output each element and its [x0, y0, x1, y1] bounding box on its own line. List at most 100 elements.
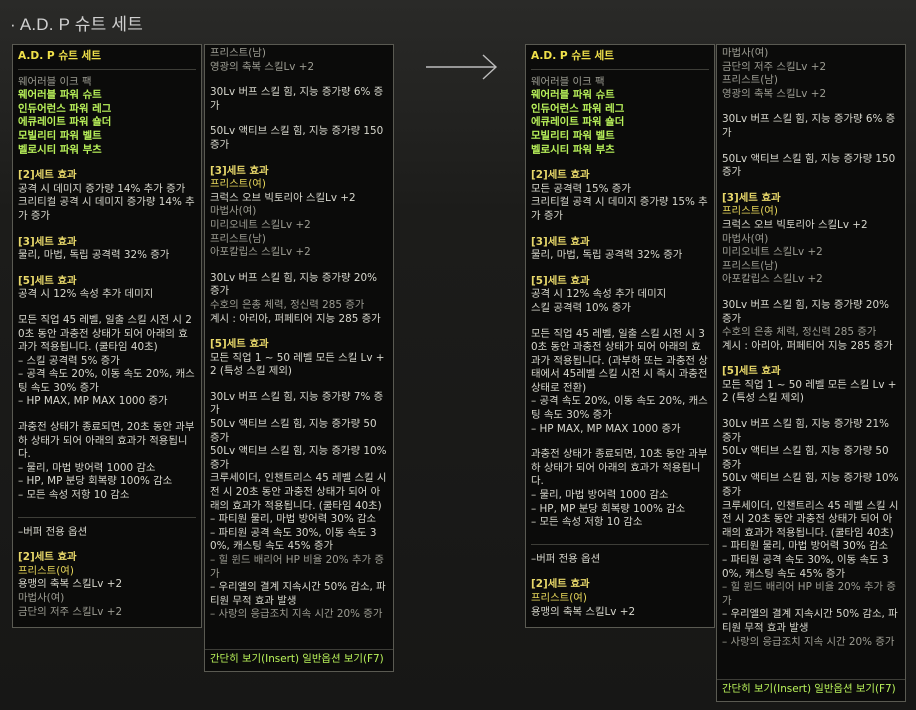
tooltip-line: – 힐 윈드 배리어 HP 비율 20% 추가 증가	[722, 581, 896, 607]
tooltip-line: 30Lv 버프 스킬 힘, 지능 증가량 7% 증가	[210, 390, 384, 417]
tooltip-line: –버퍼 전용 옵션	[18, 525, 88, 538]
equipped-item: 벨로시티 파워 부츠	[18, 143, 102, 156]
tooltip-line: – 우리엘의 결계 지속시간 50% 감소, 파티원 무적 효과 발생	[722, 608, 898, 634]
tooltip-line: 아포칼립스 스킬Lv +2	[722, 273, 823, 286]
tooltip-line: 마법사(여)	[722, 47, 769, 59]
tooltip-line: – 힐 윈드 배리어 HP 비율 20% 추가 증가	[210, 554, 384, 580]
tooltip-body: A.D. P 슈트 세트 웨어러블 이크 팩 웨어러블 파워 슈트 인듀어런스 파워 …	[13, 45, 201, 621]
set-effect-heading: [2]세트 효과	[18, 551, 77, 564]
set-effect-heading: [3]세트 효과	[210, 164, 269, 177]
tooltip-body: 마법사(여) 금단의 저주 스킬Lv +2 프리스트(남) 영광의 축복 스킬Lv +…	[717, 45, 905, 651]
tooltip-line: 30Lv 버프 스킬 힘, 지능 증가량 21% 증가	[722, 418, 893, 444]
tooltip-line: 공격 시 12% 속성 추가 데미지	[531, 288, 667, 301]
equipped-item: 웨어러블 파워 슈트	[18, 89, 102, 102]
tooltip-footer-hint: 간단히 보기(Insert) 일반옵션 보기(F7)	[717, 679, 905, 701]
tooltip-line: –버퍼 전용 옵션	[531, 552, 601, 565]
tooltip-line: 프리스트(남)	[210, 232, 266, 245]
set-effect-heading: [3]세트 효과	[722, 191, 781, 204]
tooltip-line: 크리티컬 공격 시 데미지 증가량 14% 추가 증가	[18, 196, 195, 222]
tooltip-line: 용맹의 축복 스킬Lv +2	[18, 578, 123, 591]
set-name: A.D. P 슈트 세트	[531, 47, 709, 70]
tooltip-line: 30Lv 버프 스킬 힘, 지능 증가량 6% 증가	[210, 86, 384, 112]
tooltip-footer-hint: 간단히 보기(Insert) 일반옵션 보기(F7)	[205, 649, 393, 671]
equipped-item: 모빌리티 파워 벨트	[18, 129, 102, 142]
tooltip-line: – HP, MP 분당 회복량 100% 감소	[18, 475, 173, 488]
tooltip-line: 스킬 공격력 10% 증가	[531, 301, 631, 314]
tooltip-line: – 물리, 마법 방어력 1000 감소	[531, 489, 669, 502]
set-effect-heading: [5]세트 효과	[210, 338, 269, 351]
tooltip-line: 프리스트(남)	[722, 259, 778, 272]
tooltip-line: 계시 : 아리아, 퍼페티어 지능 285 증가	[210, 312, 381, 325]
tooltip-line: 모든 공격력 15% 증가	[531, 182, 631, 195]
equipped-item: 에큐레이트 파워 숄더	[531, 116, 625, 129]
tooltip-line: – 모든 속성 저항 10 감소	[531, 516, 643, 529]
tooltip-line: 계시 : 아리아, 퍼페티어 지능 285 증가	[722, 339, 893, 352]
tooltip-line: 프리스트(남)	[210, 47, 266, 59]
tooltip-line: 물리, 마법, 독립 공격력 32% 증가	[531, 249, 683, 262]
tooltip-line: 미리오네트 스킬Lv +2	[210, 218, 311, 231]
equipped-item: 벨로시티 파워 부츠	[531, 143, 615, 156]
tooltip-line: 50Lv 액티브 스킬 힘, 지능 증가량 50 증가	[722, 445, 892, 471]
set-effect-heading: [2]세트 효과	[531, 578, 590, 591]
tooltip-line: 마법사(여)	[210, 205, 257, 218]
tooltip-line: 30Lv 버프 스킬 힘, 지능 증가량 6% 증가	[722, 113, 896, 139]
tooltip-line: 영광의 축복 스킬Lv +2	[722, 87, 827, 100]
set-effect-heading: [5]세트 효과	[722, 365, 781, 378]
tooltip-line: – 스킬 공격력 5% 증가	[18, 354, 120, 367]
tooltip-line: 영광의 축복 스킬Lv +2	[210, 60, 315, 73]
tooltip-line: 물리, 마법, 독립 공격력 32% 증가	[18, 249, 170, 262]
tooltip-line: 50Lv 액티브 스킬 힘, 지능 증가량 10% 증가	[210, 445, 390, 471]
tooltip-line: 50Lv 액티브 스킬 힘, 지능 증가량 50 증가	[210, 418, 380, 444]
tooltip-before-main: A.D. P 슈트 세트 웨어러블 이크 팩 웨어러블 파워 슈트 인듀어런스 파워 …	[12, 44, 202, 628]
tooltip-line: 프리스트(여)	[210, 178, 266, 191]
tooltip-line: – 물리, 마법 방어력 1000 감소	[18, 461, 156, 474]
tooltip-line: 크럭스 오브 빅토리아 스킬Lv +2	[210, 191, 356, 204]
tooltip-line: 마법사(여)	[722, 232, 769, 245]
tooltip-line: – 파티원 물리, 마법 방어력 30% 감소	[722, 540, 889, 553]
tooltip-line: 용맹의 축복 스킬Lv +2	[531, 605, 636, 618]
tooltip-line: 모든 직업 1 ~ 50 레벨 모든 스킬 Lv +2 (특성 스킬 제외)	[210, 351, 385, 378]
set-effect-heading: [3]세트 효과	[531, 235, 590, 248]
set-name: A.D. P 슈트 세트	[18, 47, 196, 70]
tooltip-line: 프리스트(남)	[722, 74, 778, 87]
tooltip-line: 50Lv 액티브 스킬 힘, 지능 증가량 150 증가	[722, 152, 899, 179]
tooltip-line: 아포칼립스 스킬Lv +2	[210, 246, 311, 259]
tooltip-line: – 우리엘의 결계 지속시간 50% 감소, 파티원 무적 효과 발생	[210, 581, 386, 607]
tooltip-line: – 파티원 물리, 마법 방어력 30% 감소	[210, 513, 377, 526]
equipped-item: 인듀어런스 파워 레그	[18, 102, 112, 115]
tooltip-line: 크리티컬 공격 시 데미지 증가량 15% 추가 증가	[531, 196, 708, 222]
tooltip-line: – 파티원 공격 속도 30%, 이동 속도 30%, 캐스팅 속도 45% 증…	[722, 554, 889, 580]
tooltip-line: – HP MAX, MP MAX 1000 증가	[531, 422, 681, 435]
tooltip-line: 웨어러블 이크 팩	[531, 75, 605, 88]
tooltip-line: – HP MAX, MP MAX 1000 증가	[18, 395, 168, 408]
set-effect-heading: [5]세트 효과	[531, 274, 590, 287]
page-title: · A.D. P 슈트 세트	[10, 15, 144, 34]
tooltip-after-main: A.D. P 슈트 세트 웨어러블 이크 팩 웨어러블 파워 슈트 인듀어런스 파워 …	[525, 44, 715, 628]
tooltip-line: 크루세이더, 인챈트리스 45 레벨 스킬 시전 시 20초 동안 과충전 상태…	[722, 499, 899, 539]
tooltip-after-continued: 마법사(여) 금단의 저주 스킬Lv +2 프리스트(남) 영광의 축복 스킬Lv +…	[716, 44, 906, 702]
tooltip-body: A.D. P 슈트 세트 웨어러블 이크 팩 웨어러블 파워 슈트 인듀어런스 파워 …	[526, 45, 714, 621]
tooltip-line: 모든 직업 45 레벨, 일출 스킬 시전 시 20초 동안 과충전 상태가 되…	[18, 313, 192, 354]
equipped-item: 웨어러블 파워 슈트	[531, 89, 615, 102]
